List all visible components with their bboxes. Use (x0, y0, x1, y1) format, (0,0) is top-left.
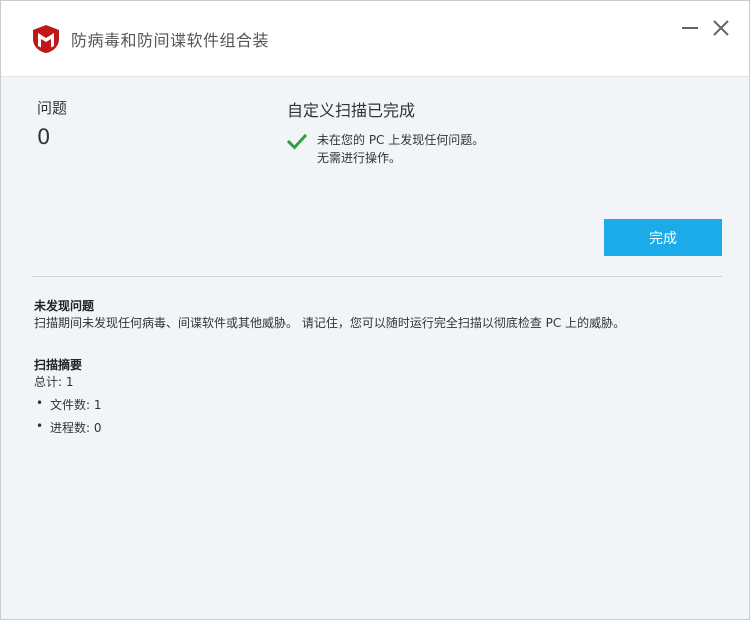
scan-total: 总计: 1 (34, 375, 74, 389)
no-issues-description: 扫描期间未发现任何病毒、间谍软件或其他威胁。 请记住，您可以随时运行完全扫描以彻… (34, 316, 626, 330)
scan-status-title: 自定义扫描已完成 (287, 101, 416, 120)
window-title: 防病毒和防间谍软件组合装 (71, 31, 270, 50)
processes-count: 进程数: 0 (50, 421, 102, 435)
bullet-marker: • (36, 419, 44, 433)
files-count: 文件数: 1 (50, 398, 102, 412)
scan-summary-title: 扫描摘要 (34, 358, 83, 372)
app-window: 防病毒和防间谍软件组合装 问题 0 自定义扫描已完成 未在您的 PC 上发现任何… (0, 0, 750, 620)
divider (32, 276, 722, 277)
title-bar: 防病毒和防间谍软件组合装 (1, 1, 749, 77)
no-issues-title: 未发现问题 (34, 299, 95, 313)
close-icon (713, 20, 729, 36)
bullet-marker: • (36, 396, 44, 410)
close-button[interactable] (708, 15, 734, 41)
issues-label: 问题 (37, 99, 68, 117)
action-message: 无需进行操作。 (317, 151, 402, 165)
minimize-icon (682, 27, 698, 29)
minimize-button[interactable] (677, 15, 703, 41)
mcafee-shield-icon (32, 24, 60, 54)
checkmark-icon (286, 133, 308, 151)
result-message: 未在您的 PC 上发现任何问题。 (317, 133, 485, 147)
done-button[interactable]: 完成 (604, 219, 722, 256)
issues-count: 0 (37, 125, 51, 149)
